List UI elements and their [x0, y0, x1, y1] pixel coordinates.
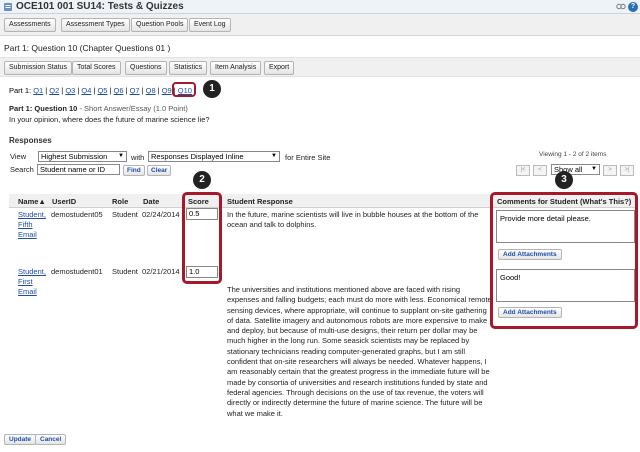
page-heading-suffix: (Chapter Questions 01 )	[79, 43, 171, 53]
table-row-response: In the future, marine scientists will li…	[227, 210, 479, 230]
nav-event-log-button[interactable]: Event Log	[189, 18, 231, 32]
window-titlebar: OCE101 001 SU14: Tests & Quizzes ?	[0, 0, 640, 14]
question-title: Part 1: Question 10 - Short Answer/Essay…	[9, 104, 188, 113]
col-response-header: Student Response	[227, 197, 293, 206]
dropdown-arrow-icon: ▼	[591, 166, 597, 172]
col-role-header[interactable]: Role	[112, 197, 128, 206]
item-analysis-button[interactable]: Item Analysis	[210, 61, 262, 75]
submission-status-button[interactable]: Submission Status	[4, 61, 72, 75]
dropdown-arrow-icon: ▼	[118, 153, 124, 159]
callout-1: 1	[203, 80, 221, 98]
table-row-role: Student	[112, 210, 138, 219]
statistics-button[interactable]: Statistics	[169, 61, 208, 75]
search-input[interactable]: Student name or ID	[37, 164, 120, 175]
with-label: with	[131, 153, 145, 162]
question-link[interactable]: Q7	[130, 86, 140, 95]
update-button[interactable]: Update	[4, 434, 37, 445]
callout-2: 2	[193, 171, 211, 189]
question-links: Part 1: Q1 | Q2 | Q3 | Q4 | Q5 | Q6 | Q7 | Q8 | …	[9, 86, 192, 95]
email-link[interactable]: Email	[18, 230, 46, 240]
window-title: OCE101 001 SU14: Tests & Quizzes	[16, 1, 184, 12]
question-link[interactable]: Q6	[114, 86, 124, 95]
page-heading: Part 1: Question 10 (Chapter Questions 0…	[4, 43, 170, 53]
pager-last-button[interactable]: >|	[620, 165, 634, 176]
question-link[interactable]: Q1	[33, 86, 43, 95]
dropdown-arrow-icon: ▼	[271, 153, 277, 159]
viewing-count: Viewing 1 - 2 of 2 items	[539, 151, 607, 158]
highlight-comments-column	[490, 192, 638, 329]
pager-first-button[interactable]: |<	[516, 165, 530, 176]
page-heading-title: Part 1: Question 10	[4, 43, 78, 53]
table-row-date: 02/24/2014	[142, 210, 180, 219]
table-row-student-name[interactable]: Student, First Email	[18, 267, 46, 297]
callout-3: 3	[555, 171, 573, 189]
pager-next-button[interactable]: >	[603, 165, 617, 176]
tool-navbar: Assessments Assessment Types Question Po…	[0, 14, 640, 36]
question-link[interactable]: Q5	[97, 86, 107, 95]
nav-assessments-button[interactable]: Assessments	[4, 18, 56, 32]
col-date-header[interactable]: Date	[143, 197, 159, 206]
questions-button[interactable]: Questions	[125, 61, 167, 75]
nav-question-pools-button[interactable]: Question Pools	[131, 18, 189, 32]
view-label: View	[10, 152, 27, 161]
submission-select[interactable]: Highest Submission ▼	[38, 151, 127, 162]
nav-assessment-types-button[interactable]: Assessment Types	[61, 18, 130, 32]
display-select[interactable]: Responses Displayed Inline ▼	[148, 151, 280, 162]
total-scores-button[interactable]: Total Scores	[72, 61, 121, 75]
highlight-current-question	[172, 82, 196, 97]
parts-label: Part 1:	[9, 86, 32, 95]
question-link[interactable]: Q9	[162, 86, 172, 95]
search-label: Search	[10, 165, 34, 174]
export-button[interactable]: Export	[264, 61, 295, 75]
question-link[interactable]: Q4	[81, 86, 91, 95]
question-link[interactable]: Q8	[146, 86, 156, 95]
table-row-student-name[interactable]: Student, Fifth Email	[18, 210, 46, 240]
question-link[interactable]: Q2	[49, 86, 59, 95]
question-text: In your opinion, where does the future o…	[9, 115, 210, 124]
highlight-score-column	[182, 192, 222, 284]
clear-button[interactable]: Clear	[147, 165, 172, 176]
cancel-button[interactable]: Cancel	[35, 434, 67, 445]
find-button[interactable]: Find	[123, 165, 145, 176]
col-name-header[interactable]: Name▲	[18, 197, 46, 206]
tool-icon	[4, 3, 12, 11]
question-link[interactable]: Q3	[65, 86, 75, 95]
pager-prev-button[interactable]: <	[533, 165, 547, 176]
scope-text: for Entire Site	[285, 153, 331, 162]
scores-subnav: Submission Status Total Scores Questions…	[0, 57, 640, 77]
table-row-role: Student	[112, 267, 138, 276]
responses-heading: Responses	[9, 136, 52, 145]
col-userid-header[interactable]: UserID	[52, 197, 76, 206]
table-row-userid: demostudent01	[51, 267, 103, 276]
help-icon[interactable]: ?	[628, 2, 638, 12]
email-link[interactable]: Email	[18, 287, 46, 297]
table-row-response: The universities and institutions mentio…	[227, 285, 492, 418]
table-row-date: 02/21/2014	[142, 267, 180, 276]
link-icon[interactable]	[616, 2, 626, 11]
table-row-userid: demostudent05	[51, 210, 103, 219]
